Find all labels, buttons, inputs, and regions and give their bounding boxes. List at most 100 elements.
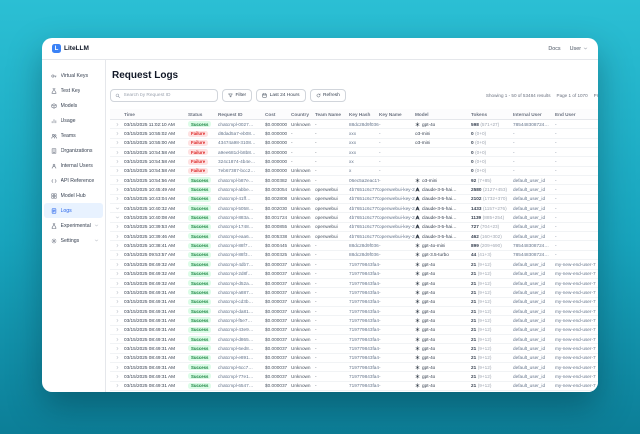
sidebar-item-virtual-keys[interactable]: Virtual Keys — [44, 68, 103, 83]
expand-chevron-icon[interactable] — [115, 196, 120, 201]
expand-chevron-icon[interactable] — [115, 252, 120, 257]
expand-chevron-icon[interactable] — [115, 346, 120, 351]
sidebar-item-usage[interactable]: Usage — [44, 113, 103, 128]
expand-chevron-icon[interactable] — [115, 327, 120, 332]
key-icon — [51, 73, 57, 79]
sidebar-item-internal-users[interactable]: Internal Users — [44, 158, 103, 173]
refresh-button[interactable]: Refresh — [310, 89, 346, 102]
sidebar-item-api-reference[interactable]: API Reference — [44, 173, 103, 188]
expand-chevron-icon[interactable] — [115, 281, 120, 286]
table-row[interactable]: 03/15/2025 10:45:49 AM Success chatcmpl-… — [110, 185, 598, 194]
table-row[interactable]: 03/15/2025 10:39:53 AM Success chatcmpl-… — [110, 223, 598, 232]
sidebar-item-settings[interactable]: Settings — [44, 233, 103, 248]
table-row[interactable]: 03/15/2025 10:54:56 AM Success chatcmpl-… — [110, 176, 598, 185]
cell-internal-user: default_user_id — [513, 281, 555, 286]
table-row[interactable]: 03/15/2025 08:49:31 AM Success chatcmpl-… — [110, 288, 598, 297]
user-menu[interactable]: User — [570, 46, 588, 52]
time-range-button[interactable]: Last 24 Hours — [256, 89, 305, 102]
sidebar-item-logs[interactable]: Logs — [44, 203, 103, 218]
expand-chevron-icon[interactable] — [115, 299, 120, 304]
table-row[interactable]: 03/15/2025 10:43:04 AM Success chatcmpl-… — [110, 195, 598, 204]
table-row[interactable]: 03/15/2025 10:55:00 AM Failure 43474a98-… — [110, 139, 598, 148]
expand-chevron-icon[interactable] — [115, 187, 120, 192]
cell-status: Success — [188, 121, 218, 127]
table-row[interactable]: 03/15/2025 08:49:31 AM Success chatcmpl-… — [110, 344, 598, 353]
expand-chevron-icon[interactable] — [115, 290, 120, 295]
table-row[interactable]: 03/15/2025 10:54:58 AM Failure 324c1874-… — [110, 157, 598, 166]
table-row[interactable]: 03/15/2025 08:49:32 AM Success chatcmpl-… — [110, 270, 598, 279]
expand-chevron-icon[interactable] — [115, 122, 120, 127]
previous-page-button[interactable]: Previous — [594, 93, 598, 98]
filter-button[interactable]: Filter — [222, 89, 252, 102]
expand-chevron-icon[interactable] — [115, 337, 120, 342]
expand-chevron-icon[interactable] — [115, 365, 120, 370]
table-row[interactable]: 03/15/2025 08:49:31 AM Success chatcmpl-… — [110, 372, 598, 381]
litellm-logo[interactable]: L LiteLLM — [52, 44, 89, 53]
cell-key-hash: 719779843fa4… — [349, 365, 379, 370]
table-row[interactable]: 03/15/2025 08:49:31 AM Success chatcmpl-… — [110, 298, 598, 307]
table-row[interactable]: 03/15/2025 08:49:31 AM Success chatcmpl-… — [110, 363, 598, 372]
expand-chevron-icon[interactable] — [115, 318, 120, 323]
expand-chevron-icon[interactable] — [115, 178, 120, 183]
table-row[interactable]: 03/15/2025 08:49:32 AM Success chatcmpl-… — [110, 279, 598, 288]
expand-chevron-icon[interactable] — [115, 159, 120, 164]
expand-chevron-icon[interactable] — [115, 262, 120, 267]
cell-end-user: - — [555, 178, 598, 183]
table-row[interactable]: 03/15/2025 11:02:10 AM Success chatcmpl-… — [110, 120, 598, 129]
expand-chevron-icon[interactable] — [115, 206, 120, 211]
table-row[interactable]: 03/15/2025 10:40:08 AM Success chatcmpl-… — [110, 213, 598, 222]
table-row[interactable]: 03/15/2025 08:49:31 AM Success chatcmpl-… — [110, 382, 598, 391]
cell-team-name: - — [315, 281, 349, 286]
sidebar-item-test-key[interactable]: Test Key — [44, 83, 103, 98]
table-row[interactable]: 03/15/2025 10:40:32 AM Success chatcmpl-… — [110, 204, 598, 213]
table-row[interactable]: 03/15/2025 09:53:57 AM Success chatcmpl-… — [110, 251, 598, 260]
expand-chevron-icon[interactable] — [115, 355, 120, 360]
sidebar-item-organizations[interactable]: Organizations — [44, 143, 103, 158]
cell-tokens: 0(0+0) — [471, 168, 513, 173]
table-row[interactable]: 03/15/2025 10:38:41 AM Success chatcmpl-… — [110, 241, 598, 250]
sidebar-item-model-hub[interactable]: Model Hub — [44, 188, 103, 203]
docs-link[interactable]: Docs — [548, 46, 560, 52]
expand-chevron-icon[interactable] — [115, 224, 120, 229]
cell-model — [415, 159, 471, 164]
cell-country: - — [291, 131, 315, 136]
expand-chevron-icon[interactable] — [115, 150, 120, 155]
sidebar-item-experimental[interactable]: Experimental — [44, 218, 103, 233]
table-row[interactable]: 03/15/2025 10:39:46 AM Success chatcmpl-… — [110, 232, 598, 241]
expand-chevron-icon[interactable] — [115, 374, 120, 379]
expand-chevron-icon[interactable] — [115, 309, 120, 314]
cell-cost: $0.001724 — [265, 215, 291, 220]
expand-chevron-icon[interactable] — [115, 383, 120, 388]
cell-cost: $0.000000 — [265, 168, 291, 173]
sidebar-item-models[interactable]: Models — [44, 98, 103, 113]
cell-key-hash: 4b7651c6c770… — [349, 215, 379, 220]
table-row[interactable]: 03/15/2025 08:49:31 AM Success chatcmpl-… — [110, 335, 598, 344]
cell-time: 03/15/2025 10:55:00 AM — [124, 140, 188, 145]
table-row[interactable]: 03/15/2025 08:49:31 AM Success chatcmpl-… — [110, 326, 598, 335]
expand-chevron-icon[interactable] — [115, 131, 120, 136]
api-reference-icon — [51, 178, 57, 184]
cell-time: 03/15/2025 10:54:58 AM — [124, 168, 188, 173]
expand-chevron-icon[interactable] — [115, 168, 120, 173]
table-row[interactable]: 03/15/2025 08:49:31 AM Success chatcmpl-… — [110, 391, 598, 392]
cell-key-name: - — [379, 309, 415, 314]
cell-model — [415, 168, 471, 173]
table-row[interactable]: 03/15/2025 08:49:31 AM Success chatcmpl-… — [110, 316, 598, 325]
expand-chevron-icon[interactable] — [115, 243, 120, 248]
expand-chevron-icon[interactable] — [115, 140, 120, 145]
table-row[interactable]: 03/15/2025 08:49:32 AM Success chatcmpl-… — [110, 260, 598, 269]
expand-chevron-icon[interactable] — [115, 271, 120, 276]
table-row[interactable]: 03/15/2025 10:54:58 AM Failure a9ee681d-… — [110, 148, 598, 157]
table-row[interactable]: 03/15/2025 08:49:31 AM Success chatcmpl-… — [110, 307, 598, 316]
expand-chevron-icon[interactable] — [115, 234, 120, 239]
sidebar-item-teams[interactable]: Teams — [44, 128, 103, 143]
cell-key-name: - — [379, 290, 415, 295]
expand-chevron-icon[interactable] — [115, 215, 120, 220]
sidebar-item-label: Models — [61, 103, 78, 109]
cell-request-id: chatcmpl-0027… — [218, 122, 265, 127]
cell-tokens: 21(9+12) — [471, 346, 513, 351]
table-row[interactable]: 03/15/2025 10:55:02 AM Failure d8dad5a7-… — [110, 129, 598, 138]
table-row[interactable]: 03/15/2025 10:54:58 AM Failure 7eb67387-… — [110, 167, 598, 176]
table-row[interactable]: 03/15/2025 08:49:31 AM Success chatcmpl-… — [110, 354, 598, 363]
search-input[interactable] — [124, 93, 214, 98]
